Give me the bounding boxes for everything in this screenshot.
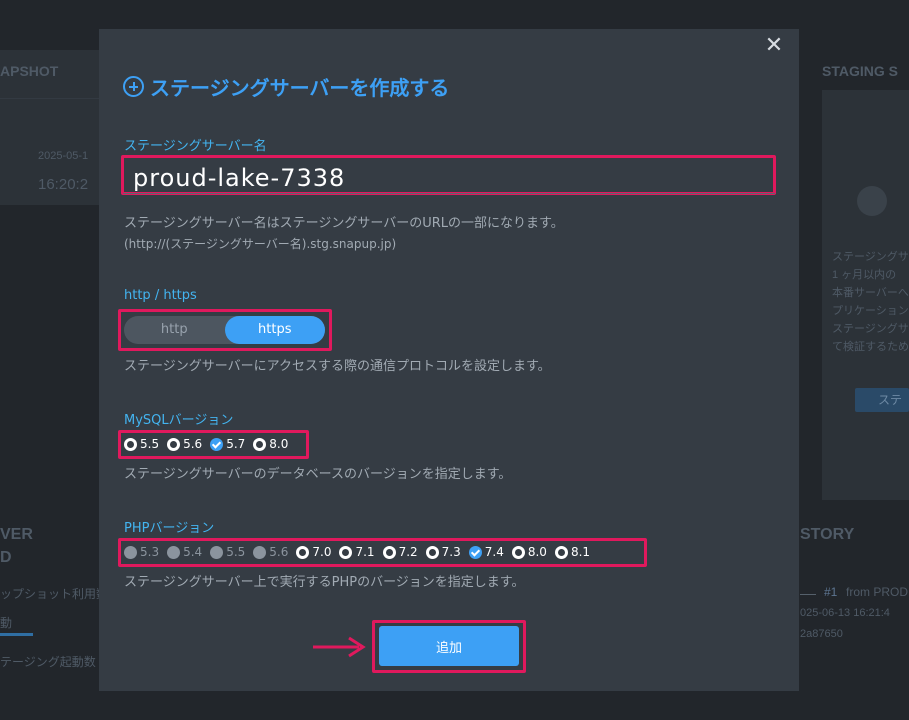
radio-icon (425, 545, 439, 559)
php-option-8-1[interactable]: 8.1 (554, 545, 591, 559)
option-label: 8.0 (527, 545, 547, 559)
php-version-group: 5.3 5.4 5.5 5.6 7.0 7.1 7.2 7.3 7.4 8.0 … (124, 545, 598, 559)
php-option-5-6: 5.6 (253, 545, 288, 559)
mysql-option-5-5[interactable]: 5.5 (124, 437, 159, 451)
option-label: 8.1 (570, 545, 591, 559)
option-label: 5.4 (183, 545, 203, 559)
bg-label: 本番サーバーへ (832, 287, 909, 299)
staging-name-input[interactable] (123, 156, 775, 194)
bg-label: D (0, 549, 12, 566)
radio-icon (124, 545, 137, 559)
bg-label: 動 (0, 616, 13, 630)
bg-label: from PROD (846, 585, 909, 599)
bg-label: VER (0, 526, 33, 543)
bg-label: STAGING S (822, 63, 898, 79)
create-staging-modal: ✕ ステージングサーバーを作成する ステージングサーバー名 ステージングサーバー… (99, 29, 799, 691)
bg-label: ステ (878, 393, 903, 407)
mysql-help: ステージングサーバーのデータベースのバージョンを指定します。 (124, 467, 512, 482)
name-help-line2: (http://(ステージングサーバー名).stg.snapup.jp) (124, 237, 397, 251)
check-circle-icon (468, 545, 482, 559)
option-label: 5.5 (226, 545, 246, 559)
radio-icon (339, 545, 353, 559)
option-label: 5.6 (269, 545, 289, 559)
php-option-7-4[interactable]: 7.4 (468, 545, 504, 559)
protocol-toggle[interactable]: http https (124, 316, 325, 344)
option-label: 7.0 (312, 545, 332, 559)
option-label: 8.0 (269, 437, 289, 451)
bg-label: ップショット利用数 (0, 587, 109, 601)
add-button[interactable]: 追加 (379, 626, 519, 666)
bg-label: ステージングサ (832, 251, 909, 263)
radio-icon (382, 545, 396, 559)
mysql-option-5-6[interactable]: 5.6 (167, 437, 202, 451)
radio-icon (167, 437, 181, 451)
option-label: 5.5 (140, 437, 160, 451)
modal-title: ステージングサーバーを作成する (123, 73, 450, 100)
option-label: 5.7 (226, 437, 246, 451)
radio-icon (210, 545, 224, 559)
php-option-7-2[interactable]: 7.2 (382, 545, 418, 559)
divider (0, 98, 99, 99)
protocol-option-https[interactable]: https (224, 316, 325, 344)
bg-label: #1 (824, 585, 838, 599)
bg-label: APSHOT (0, 63, 59, 79)
php-label: PHPバージョン (124, 521, 215, 536)
php-help: ステージングサーバー上で実行するPHPのバージョンを指定します。 (124, 575, 525, 590)
radio-icon (554, 545, 568, 559)
mysql-option-8-0[interactable]: 8.0 (253, 437, 288, 451)
option-label: 5.6 (183, 437, 203, 451)
close-button[interactable]: ✕ (763, 35, 785, 57)
protocol-help: ステージングサーバーにアクセスする際の通信プロトコルを設定します。 (124, 359, 551, 374)
option-label: 7.3 (441, 545, 461, 559)
plus-circle-icon (123, 75, 144, 97)
option-label: 7.4 (484, 545, 504, 559)
radio-icon (253, 437, 267, 451)
bg-usage-bar (0, 633, 33, 636)
bg-label: 2025-05-1 (38, 150, 89, 162)
php-option-5-3: 5.3 (124, 545, 159, 559)
name-help-line1: ステージングサーバー名はステージングサーバーのURLの一部になります。 (124, 216, 564, 231)
php-option-8-0[interactable]: 8.0 (511, 545, 547, 559)
name-label: ステージングサーバー名 (124, 139, 267, 154)
bg-label: 1 ヶ月以内の (832, 269, 897, 281)
php-option-5-4: 5.4 (167, 545, 202, 559)
bg-label: プリケーション (832, 305, 909, 317)
php-option-5-5: 5.5 (210, 545, 245, 559)
bg-label: 16:20:2 (38, 176, 89, 193)
mysql-label: MySQLバージョン (124, 413, 234, 428)
bg-label: テージング起動数 (0, 655, 96, 669)
radio-icon (167, 545, 181, 559)
divider (800, 594, 816, 595)
protocol-label: http / https (124, 288, 197, 303)
arrow-right-icon (313, 636, 366, 658)
option-label: 5.3 (140, 545, 160, 559)
php-option-7-1[interactable]: 7.1 (339, 545, 375, 559)
mysql-version-group: 5.5 5.6 5.7 8.0 (124, 437, 296, 451)
protocol-option-http[interactable]: http (124, 316, 225, 344)
bg-label: STORY (800, 526, 855, 543)
check-circle-icon (210, 437, 224, 451)
bg-check-circle-icon (857, 186, 887, 216)
bg-label: て検証するため (832, 341, 909, 353)
radio-icon (253, 545, 267, 559)
radio-icon (511, 545, 525, 559)
bg-label: ステージングサ (832, 323, 909, 335)
mysql-option-5-7[interactable]: 5.7 (210, 437, 245, 451)
bg-label: 025-06-13 16:21:4 (800, 607, 890, 619)
radio-icon (124, 437, 137, 451)
radio-icon (296, 545, 310, 559)
php-option-7-0[interactable]: 7.0 (296, 545, 331, 559)
bg-label: 2a87650 (800, 628, 843, 640)
modal-title-text: ステージングサーバーを作成する (150, 75, 450, 100)
option-label: 7.2 (398, 545, 418, 559)
php-option-7-3[interactable]: 7.3 (425, 545, 461, 559)
option-label: 7.1 (355, 545, 375, 559)
